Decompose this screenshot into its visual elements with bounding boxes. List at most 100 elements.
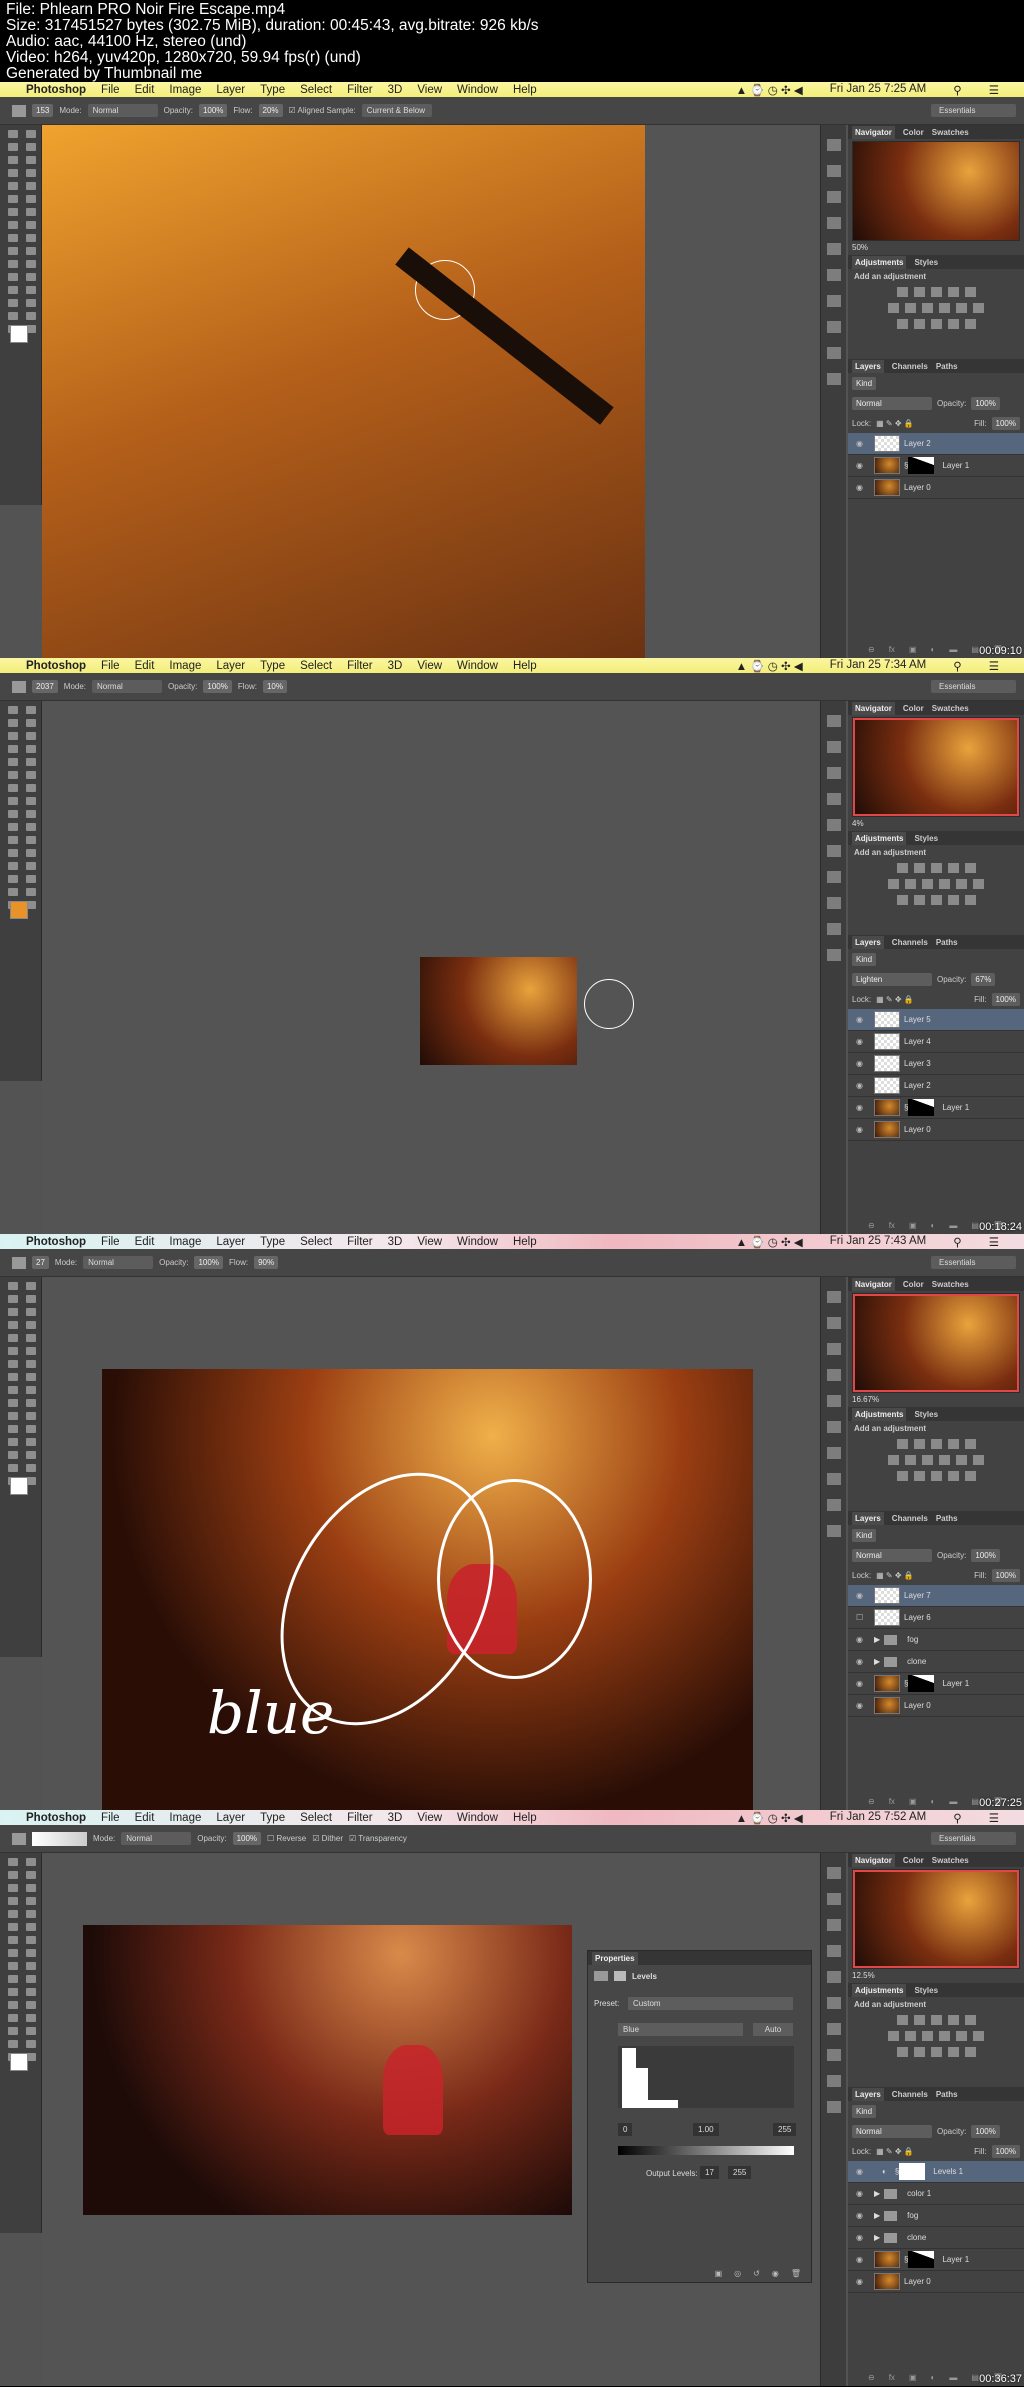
- panel-icon[interactable]: [826, 295, 841, 307]
- tool-icon[interactable]: [26, 810, 36, 818]
- tab-paths[interactable]: Paths: [936, 938, 958, 947]
- adjustment-icon[interactable]: [888, 1455, 899, 1465]
- tool-icon[interactable]: [26, 169, 36, 177]
- tool-icon[interactable]: [26, 1412, 36, 1420]
- tool-icon[interactable]: [26, 1897, 36, 1905]
- expand-arrow-icon[interactable]: ▶: [874, 2189, 880, 2198]
- tool-icon[interactable]: [8, 1360, 18, 1368]
- adjustment-icon[interactable]: [956, 1455, 967, 1465]
- tab-color[interactable]: Color: [903, 1856, 924, 1865]
- adjustment-icon[interactable]: [913, 863, 925, 873]
- tool-icon[interactable]: [8, 1897, 18, 1905]
- tool-icon[interactable]: [8, 1451, 18, 1459]
- tab-paths[interactable]: Paths: [936, 2090, 958, 2099]
- layer-row[interactable]: ◉ § Layer 1: [848, 1673, 1024, 1695]
- mask-icon[interactable]: [614, 1971, 626, 1981]
- adjustment-icon[interactable]: [896, 287, 908, 297]
- tab-styles[interactable]: Styles: [914, 834, 938, 843]
- panel-icon[interactable]: [826, 1919, 841, 1931]
- adjustment-icon[interactable]: [939, 879, 950, 889]
- adjustment-icon[interactable]: [964, 287, 976, 297]
- layer-row[interactable]: ☐ Layer 6: [848, 1607, 1024, 1629]
- eye-icon[interactable]: ◉: [856, 1037, 866, 1046]
- canvas-image[interactable]: blue: [102, 1369, 753, 1810]
- adjustment-icon[interactable]: [913, 1439, 925, 1449]
- panel-icon[interactable]: [826, 321, 841, 333]
- navigator-zoom[interactable]: 50%: [848, 243, 1024, 255]
- adjustment-icon[interactable]: [956, 2031, 967, 2041]
- navigator-zoom[interactable]: 16.67%: [848, 1395, 1024, 1407]
- layer-row[interactable]: ◉ ▶ color 1: [848, 2183, 1024, 2205]
- aligned-sample-checkbox[interactable]: ☑ Aligned Sample:: [289, 106, 356, 115]
- foreground-color-swatch[interactable]: [10, 1477, 28, 1495]
- spotlight-icon[interactable]: ⚲: [953, 659, 961, 673]
- tab-layers[interactable]: Layers: [852, 935, 884, 949]
- tool-icon[interactable]: [8, 758, 18, 766]
- fill-input[interactable]: 100%: [991, 2144, 1020, 2158]
- menu-3d[interactable]: 3D: [388, 1812, 403, 1824]
- menu-photoshop[interactable]: Photoshop: [26, 660, 86, 672]
- tool-icon[interactable]: [26, 1858, 36, 1866]
- opacity-input[interactable]: 100%: [198, 104, 228, 117]
- eye-icon[interactable]: ◉: [856, 1657, 866, 1666]
- tool-icon[interactable]: [8, 849, 18, 857]
- document-canvas[interactable]: [42, 701, 818, 1234]
- tab-channels[interactable]: Channels: [892, 938, 928, 947]
- flow-input[interactable]: 20%: [258, 104, 283, 117]
- tool-icon[interactable]: [8, 169, 18, 177]
- opacity-input[interactable]: 100%: [232, 1832, 262, 1845]
- layer-row[interactable]: ◉ Layer 2: [848, 1075, 1024, 1097]
- dither-checkbox[interactable]: ☑ Dither: [312, 1834, 343, 1843]
- clip-icon[interactable]: ▣: [715, 2269, 723, 2278]
- eye-icon[interactable]: ◉: [856, 1081, 866, 1090]
- new-adjustment-icon[interactable]: ◐: [931, 645, 936, 654]
- panel-icon[interactable]: [826, 1525, 841, 1537]
- tool-icon[interactable]: [8, 784, 18, 792]
- tab-adjustments[interactable]: Adjustments: [852, 255, 907, 269]
- tool-icon[interactable]: [8, 1884, 18, 1892]
- tab-layers[interactable]: Layers: [852, 1511, 884, 1525]
- menu-help[interactable]: Help: [513, 1812, 537, 1824]
- new-group-icon[interactable]: ▬: [949, 1221, 957, 1230]
- navigator-zoom[interactable]: 4%: [848, 819, 1024, 831]
- blend-mode-select[interactable]: Normal: [852, 396, 932, 410]
- eye-icon[interactable]: ◉: [856, 2233, 866, 2242]
- menu-type[interactable]: Type: [260, 1236, 285, 1248]
- menu-view[interactable]: View: [417, 84, 442, 96]
- workspace-select[interactable]: Essentials: [931, 680, 1016, 693]
- layer-row[interactable]: ◉ ▶ clone: [848, 2227, 1024, 2249]
- tool-icon[interactable]: [8, 1412, 18, 1420]
- output-white-field[interactable]: 255: [728, 2166, 752, 2179]
- tool-icon[interactable]: [26, 143, 36, 151]
- tool-icon[interactable]: [26, 1464, 36, 1472]
- menu-view[interactable]: View: [417, 1812, 442, 1824]
- tool-icon[interactable]: [26, 1425, 36, 1433]
- panel-icon[interactable]: [826, 1395, 841, 1407]
- layer-row[interactable]: ◉ § Layer 1: [848, 2249, 1024, 2271]
- adjustment-icon[interactable]: [896, 1439, 908, 1449]
- tool-icon[interactable]: [26, 1975, 36, 1983]
- link-layers-icon[interactable]: ⊖: [868, 1221, 875, 1230]
- tool-icon[interactable]: [8, 2027, 18, 2035]
- fx-icon[interactable]: fx: [889, 2373, 895, 2382]
- panel-icon[interactable]: [826, 1447, 841, 1459]
- adjustment-icon[interactable]: [913, 1471, 925, 1481]
- new-adjustment-icon[interactable]: ◐: [931, 1221, 936, 1230]
- adjustment-icon[interactable]: [896, 895, 908, 905]
- eye-icon[interactable]: ◉: [856, 1103, 866, 1112]
- adjustment-icon[interactable]: [930, 2015, 942, 2025]
- adjustment-icon[interactable]: [964, 2015, 976, 2025]
- tool-icon[interactable]: [26, 1884, 36, 1892]
- menu-select[interactable]: Select: [300, 1812, 332, 1824]
- tool-icon[interactable]: [26, 260, 36, 268]
- tool-icon[interactable]: [26, 888, 36, 896]
- panel-icon[interactable]: [826, 715, 841, 727]
- tool-icon[interactable]: [26, 221, 36, 229]
- tool-icon[interactable]: [8, 312, 18, 320]
- menu-type[interactable]: Type: [260, 660, 285, 672]
- mode-select[interactable]: Normal: [83, 1256, 154, 1269]
- tool-icon[interactable]: [8, 797, 18, 805]
- adjustment-icon[interactable]: [913, 319, 925, 329]
- input-white-field[interactable]: 255: [773, 2123, 797, 2136]
- eye-icon[interactable]: ◉: [856, 2167, 866, 2176]
